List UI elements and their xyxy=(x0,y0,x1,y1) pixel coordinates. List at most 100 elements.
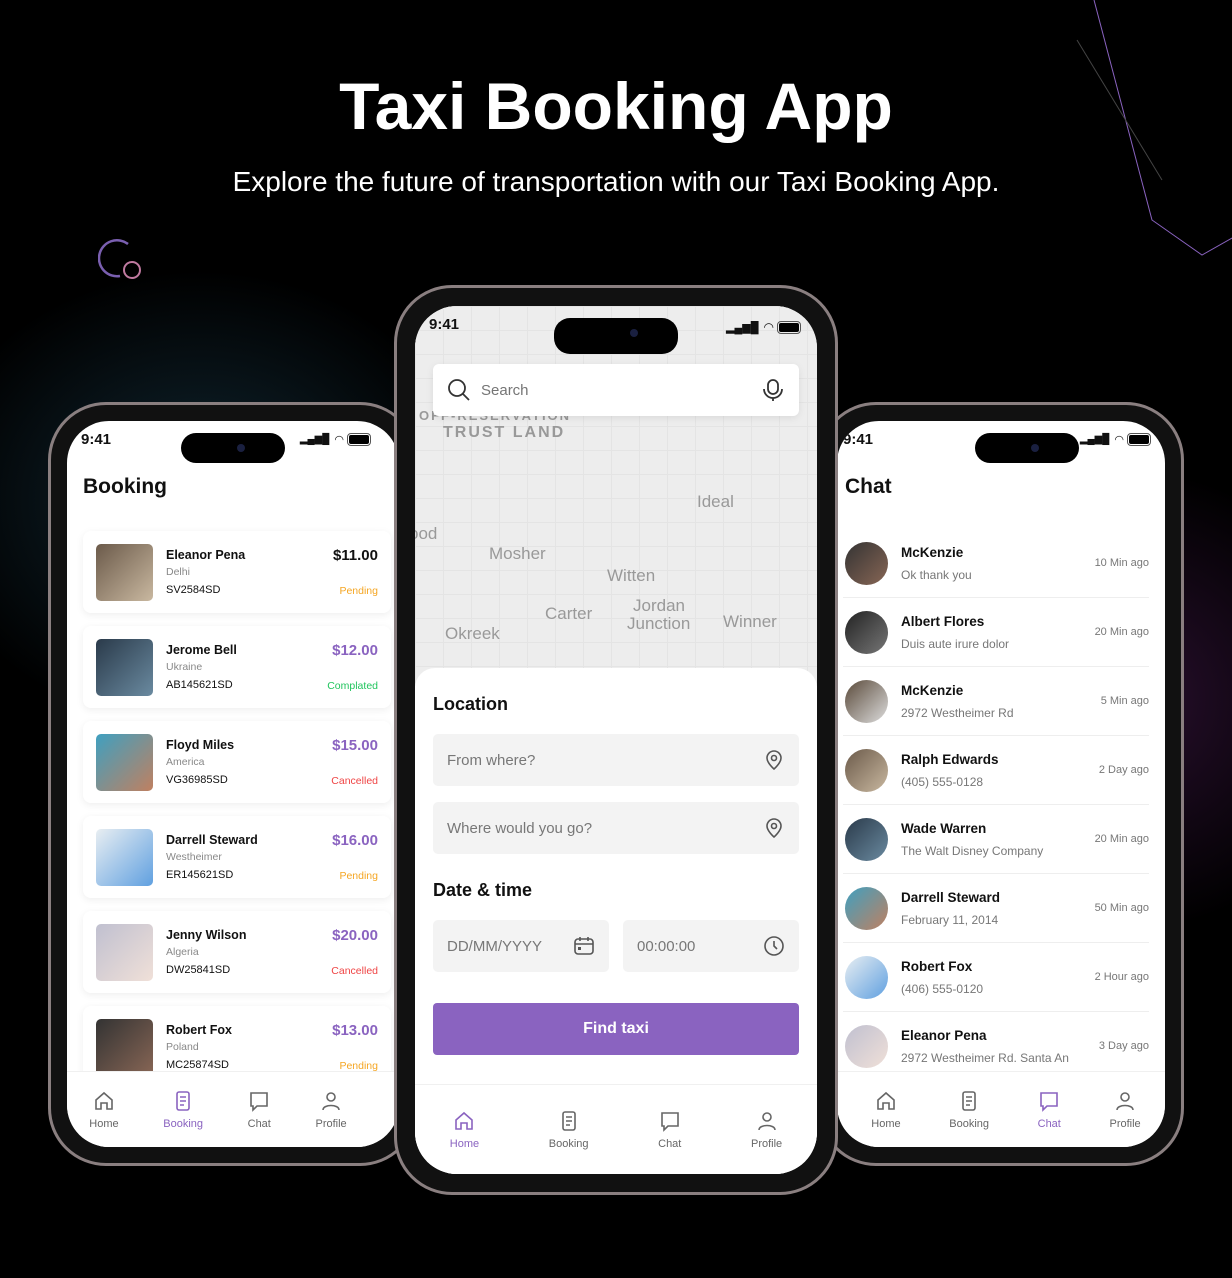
chat-item[interactable]: Albert Flores Duis aute irure dolor 20 Mi… xyxy=(843,598,1149,667)
city: Algeria xyxy=(166,946,199,958)
avatar xyxy=(845,955,888,999)
nav-profile[interactable]: Profile xyxy=(1109,1090,1141,1130)
page-title: Taxi Booking App xyxy=(339,69,893,143)
booking-icon xyxy=(962,1090,976,1111)
chat-item[interactable]: Wade Warren The Walt Disney Company 20 Mi… xyxy=(843,805,1149,874)
message-time: 3 Day ago xyxy=(1098,1040,1149,1052)
booking-card[interactable]: Jenny Wilson Algeria DW25841SD $20.00 Cance… xyxy=(83,911,391,993)
message-time: 20 Min ago xyxy=(1094,626,1149,638)
nav-label: Home xyxy=(449,1137,480,1150)
datetime-title: Date & time xyxy=(433,880,533,900)
chat-item[interactable]: Darrell Steward February 11, 2014 50 Min … xyxy=(843,874,1149,943)
last-message: 2972 Westheimer Rd xyxy=(901,705,1014,720)
nav-home[interactable]: Home xyxy=(89,1090,119,1130)
booking-id: DW25841SD xyxy=(166,964,231,976)
contact-name: Darrell Steward xyxy=(901,889,1001,905)
nav-chat[interactable]: Chat xyxy=(1038,1090,1061,1130)
map-label: Jordan xyxy=(633,596,685,615)
search-bar[interactable] xyxy=(433,364,799,416)
home-phone: OFF-RESERVATIONTRUST LANDIdealoodMosherW… xyxy=(394,285,838,1195)
price: $12.00 xyxy=(332,642,378,659)
last-message: Duis aute irure dolor xyxy=(901,636,1010,651)
booking-card[interactable]: Darrell Steward Westheimer ER145621SD $16.… xyxy=(83,816,391,898)
chat-item[interactable]: McKenzie 2972 Westheimer Rd 5 Min ago xyxy=(843,667,1149,736)
status-badge: Complated xyxy=(327,680,378,692)
search-input[interactable] xyxy=(481,381,751,399)
map-view[interactable]: OFF-RESERVATIONTRUST LANDIdealoodMosherW… xyxy=(415,306,817,686)
last-message: The Walt Disney Company xyxy=(901,843,1044,858)
dynamic-island xyxy=(181,433,285,463)
status-badge: Cancelled xyxy=(331,775,378,787)
contact-name: Eleanor Pena xyxy=(901,1027,987,1043)
nav-label: Home xyxy=(871,1117,901,1130)
page-subtitle: Explore the future of transportation wit… xyxy=(232,166,1000,197)
status-time: 9:41 xyxy=(429,316,460,333)
nav-label: Booking xyxy=(949,1117,990,1130)
message-time: 20 Min ago xyxy=(1094,833,1149,845)
booking-id: AB145621SD xyxy=(166,679,233,691)
search-icon xyxy=(448,379,470,401)
nav-booking[interactable]: Booking xyxy=(163,1090,203,1130)
profile-icon xyxy=(757,1111,776,1130)
price: $15.00 xyxy=(332,737,378,754)
contact-name: Albert Flores xyxy=(901,613,985,629)
booking-id: SV2584SD xyxy=(166,584,221,596)
status-badge: Cancelled xyxy=(331,965,378,977)
booking-icon xyxy=(561,1110,576,1131)
booking-card[interactable]: Jerome Bell Ukraine AB145621SD $12.00 Compl… xyxy=(83,626,391,708)
microphone-icon[interactable] xyxy=(761,378,785,402)
map-label: Okreek xyxy=(445,624,500,643)
status-icons: ▂▄▆█ ◠ xyxy=(300,433,371,446)
nav-profile[interactable]: Profile xyxy=(751,1110,782,1150)
bottom-nav: Home Booking Chat Profile xyxy=(67,1071,399,1147)
dynamic-island xyxy=(554,318,678,354)
time-field[interactable]: 00:00:00 xyxy=(623,920,799,972)
map-label: Witten xyxy=(607,566,656,585)
to-placeholder: Where would you go? xyxy=(447,819,593,837)
nav-booking[interactable]: Booking xyxy=(949,1090,989,1130)
nav-label: Chat xyxy=(1037,1117,1061,1130)
nav-booking[interactable]: Booking xyxy=(549,1110,589,1150)
status-badge: Pending xyxy=(339,870,378,882)
nav-label: Profile xyxy=(315,1117,347,1130)
profile-icon xyxy=(1116,1091,1134,1110)
location-pin-icon xyxy=(766,818,782,839)
chat-item[interactable]: McKenzie Ok thank you 10 Min ago xyxy=(843,529,1149,598)
avatar xyxy=(96,543,153,601)
message-time: 5 Min ago xyxy=(1100,695,1149,707)
booking-card[interactable]: Eleanor Pena Delhi SV2584SD $11.00 Pending xyxy=(83,531,391,613)
last-message: February 11, 2014 xyxy=(901,912,999,927)
passenger-name: Jerome Bell xyxy=(166,643,237,657)
from-field[interactable]: From where? xyxy=(433,734,799,786)
calendar-icon xyxy=(574,937,594,955)
message-time: 50 Min ago xyxy=(1094,902,1149,914)
booking-card[interactable]: Floyd Miles America VG36985SD $15.00 Cancel… xyxy=(83,721,391,803)
nav-chat[interactable]: Chat xyxy=(658,1110,681,1150)
booking-id: ER145621SD xyxy=(166,869,234,881)
date-field[interactable]: DD/MM/YYYY xyxy=(433,920,609,972)
price: $13.00 xyxy=(332,1022,378,1039)
chat-item[interactable]: Ralph Edwards (405) 555-0128 2 Day ago xyxy=(843,736,1149,805)
price: $11.00 xyxy=(332,547,378,564)
chat-item[interactable]: Robert Fox (406) 555-0120 2 Hour ago xyxy=(843,943,1149,1012)
avatar xyxy=(845,541,888,585)
avatar xyxy=(845,748,888,792)
price: $16.00 xyxy=(332,832,378,849)
decorative-circles-icon xyxy=(98,239,141,279)
avatar xyxy=(96,733,153,791)
map-label: TRUST LAND xyxy=(443,424,566,441)
city: Ukraine xyxy=(166,661,203,673)
last-message: (406) 555-0120 xyxy=(901,981,984,996)
avatar xyxy=(845,610,888,654)
nav-chat[interactable]: Chat xyxy=(248,1090,271,1130)
find-taxi-button[interactable]: Find taxi xyxy=(433,1003,799,1055)
clock-icon xyxy=(764,936,784,956)
home-icon xyxy=(95,1091,113,1110)
to-field[interactable]: Where would you go? xyxy=(433,802,799,854)
nav-home[interactable]: Home xyxy=(450,1110,479,1150)
nav-label: Profile xyxy=(1109,1117,1141,1130)
avatar xyxy=(845,817,888,861)
nav-home[interactable]: Home xyxy=(871,1090,901,1130)
chat-icon xyxy=(250,1091,269,1112)
nav-profile[interactable]: Profile xyxy=(315,1090,347,1130)
